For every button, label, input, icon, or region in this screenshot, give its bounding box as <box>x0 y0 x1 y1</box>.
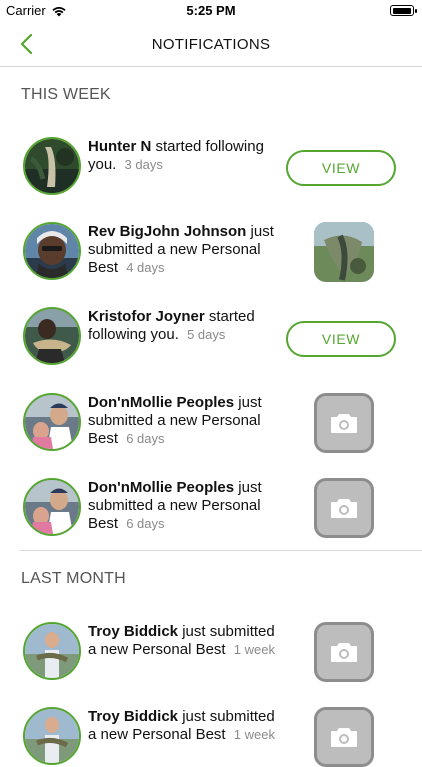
notification-time: 6 days <box>126 516 165 531</box>
user-name: Hunter N <box>88 138 152 155</box>
photo-placeholder[interactable] <box>314 393 374 453</box>
avatar[interactable] <box>23 478 81 536</box>
list-item[interactable]: Don'nMollie Peoples just submitted a new… <box>0 393 422 453</box>
avatar[interactable] <box>23 393 81 451</box>
notification-time: 4 days <box>126 260 165 275</box>
avatar[interactable] <box>23 622 81 680</box>
user-name: Troy Biddick <box>88 708 179 725</box>
view-button[interactable]: VIEW <box>286 150 396 186</box>
notification-time: 3 days <box>124 157 163 172</box>
list-item[interactable]: Don'nMollie Peoples just submitted a new… <box>0 478 422 538</box>
photo-placeholder[interactable] <box>314 707 374 767</box>
section-header-this-week: THIS WEEK <box>21 86 111 103</box>
section-divider <box>20 550 422 551</box>
notification-time: 5 days <box>187 327 226 342</box>
photo-placeholder[interactable] <box>314 478 374 538</box>
notification-text: Rev BigJohn Johnson just submitted a new… <box>88 223 286 277</box>
user-name: Don'nMollie Peoples <box>88 479 235 496</box>
notification-time: 1 week <box>233 642 275 657</box>
list-item[interactable]: Troy Biddick just submitted a new Person… <box>0 707 422 767</box>
status-time: 5:25 PM <box>186 3 236 18</box>
camera-icon <box>331 728 357 747</box>
list-item[interactable]: Hunter N started following you. 3 days V… <box>0 137 422 197</box>
list-item[interactable]: Rev BigJohn Johnson just submitted a new… <box>0 222 422 284</box>
camera-icon <box>331 643 357 662</box>
navigation-bar: NOTIFICATIONS <box>0 22 422 67</box>
avatar[interactable] <box>23 222 81 280</box>
view-button[interactable]: VIEW <box>286 321 396 357</box>
camera-icon <box>331 499 357 518</box>
battery-icon <box>390 5 417 16</box>
status-bar: Carrier 5:25 PM <box>0 0 422 22</box>
notification-text: Don'nMollie Peoples just submitted a new… <box>88 394 286 448</box>
notification-time: 1 week <box>233 727 275 742</box>
section-header-last-month: LAST MONTH <box>21 570 126 587</box>
avatar[interactable] <box>23 707 81 765</box>
notification-text: Troy Biddick just submitted a new Person… <box>88 623 286 659</box>
photo-placeholder[interactable] <box>314 622 374 682</box>
notification-text: Hunter N started following you. 3 days <box>88 138 286 174</box>
user-name: Kristofor Joyner <box>88 308 205 325</box>
camera-icon <box>331 414 357 433</box>
page-title: NOTIFICATIONS <box>151 36 271 53</box>
avatar[interactable] <box>23 137 81 195</box>
list-item[interactable]: Kristofor Joyner started following you. … <box>0 307 422 367</box>
notification-text: Troy Biddick just submitted a new Person… <box>88 708 286 744</box>
notification-time: 6 days <box>126 431 165 446</box>
notification-text: Don'nMollie Peoples just submitted a new… <box>88 479 286 533</box>
user-name: Rev BigJohn Johnson <box>88 223 247 240</box>
user-name: Don'nMollie Peoples <box>88 394 235 411</box>
notification-text: Kristofor Joyner started following you. … <box>88 308 286 344</box>
avatar[interactable] <box>23 307 81 365</box>
personal-best-photo[interactable] <box>314 222 374 282</box>
user-name: Troy Biddick <box>88 623 179 640</box>
list-item[interactable]: Troy Biddick just submitted a new Person… <box>0 622 422 682</box>
